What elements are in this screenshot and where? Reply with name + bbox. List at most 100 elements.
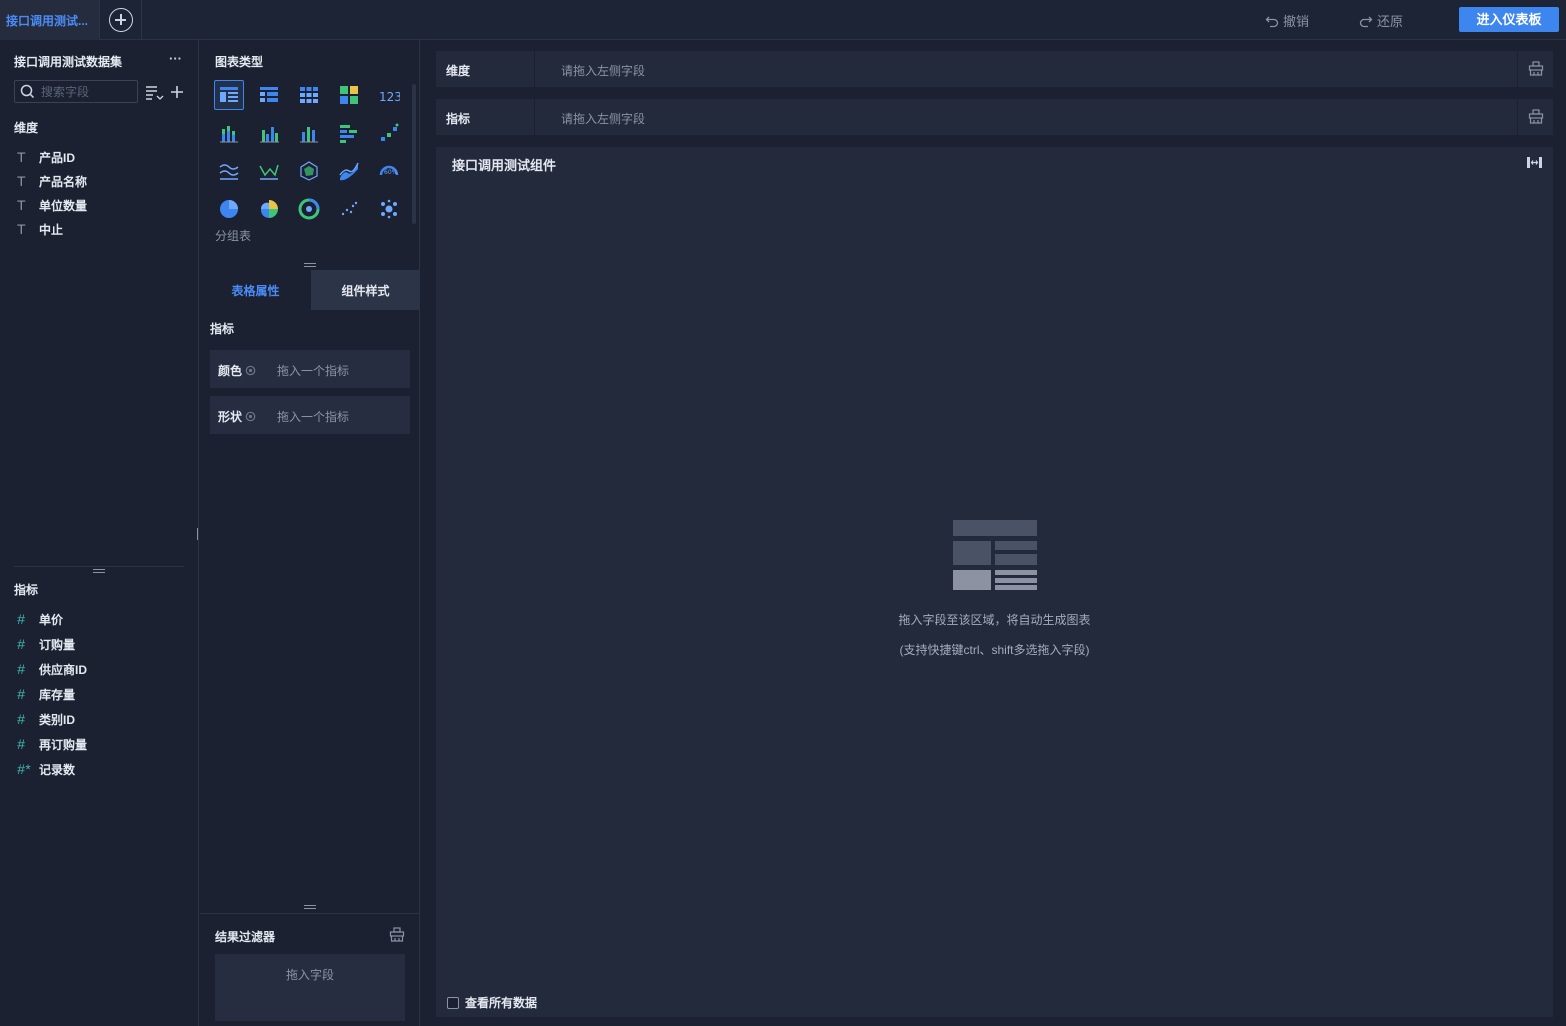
resize-handle[interactable]: [304, 263, 316, 267]
scatter-step-icon[interactable]: [374, 118, 404, 148]
table-icon[interactable]: [214, 80, 244, 110]
chart-type-heading: 图表类型: [215, 55, 264, 69]
dimension-item-4[interactable]: T 中止: [17, 219, 63, 239]
bubble-icon[interactable]: [374, 194, 404, 224]
shelf-divider: [1517, 99, 1518, 135]
dimension-item-1[interactable]: T 产品ID: [17, 147, 75, 167]
canvas-hint: 拖入字段至该区域，将自动生成图表: [898, 613, 1091, 627]
number-type-icon: #: [17, 636, 25, 652]
horizontal-bar-icon[interactable]: [334, 118, 364, 148]
stacked-bar-icon[interactable]: [214, 118, 244, 148]
shape-drop-zone[interactable]: 形状 拖入一个指标: [210, 396, 410, 434]
text-type-icon: T: [17, 173, 26, 189]
shelf-divider: [1517, 51, 1518, 87]
checkbox-icon[interactable]: [447, 996, 459, 1009]
view-all-data-checkbox[interactable]: 查看所有数据: [447, 994, 537, 1011]
property-tabs: 表格属性 组件样式: [200, 270, 420, 310]
dataset-title: 接口调用测试数据集: [14, 55, 123, 69]
field-label: 单价: [39, 612, 64, 627]
top-bar: [0, 0, 1566, 40]
metric-item-5[interactable]: # 类别ID: [17, 709, 75, 729]
gauge-icon[interactable]: 60%: [374, 156, 404, 186]
dimension-shelf[interactable]: 维度 请拖入左侧字段: [436, 51, 1553, 87]
number-type-icon: #: [17, 711, 25, 727]
dimension-shelf-placeholder: 请拖入左侧字段: [561, 64, 646, 78]
metric-shelf[interactable]: 指标 请拖入左侧字段: [436, 99, 1553, 135]
cross-table-icon[interactable]: [254, 80, 284, 110]
line-icon[interactable]: [254, 156, 284, 186]
fit-width-icon[interactable]: [1526, 156, 1543, 169]
search-icon: [20, 84, 35, 99]
result-filter-title: 结果过滤器: [215, 930, 276, 944]
tab-divider: [141, 0, 142, 40]
rose-icon[interactable]: [254, 194, 284, 224]
field-label: 供应商ID: [39, 662, 88, 677]
text-type-icon: T: [17, 221, 26, 237]
component-title: 接口调用测试组件: [452, 158, 557, 173]
resize-handle[interactable]: [304, 905, 316, 909]
kpi-number-icon[interactable]: 123: [374, 80, 404, 110]
metric-item-3[interactable]: # 供应商ID: [17, 659, 87, 679]
search-input[interactable]: [41, 84, 133, 100]
search-field[interactable]: [14, 80, 138, 103]
view-all-label: 查看所有数据: [465, 996, 538, 1010]
number-type-icon: #: [17, 736, 25, 752]
sort-fields-icon[interactable]: [145, 84, 165, 102]
undo-label: 撤销: [1283, 14, 1310, 29]
donut-icon[interactable]: [294, 194, 324, 224]
clear-filter-icon[interactable]: [389, 927, 405, 942]
area-icon[interactable]: [334, 156, 364, 186]
undo-button[interactable]: 撤销: [1265, 11, 1309, 30]
heatmap-table-icon[interactable]: [334, 80, 364, 110]
enter-dashboard-button[interactable]: 进入仪表板: [1459, 7, 1559, 32]
shape-drop-placeholder: 拖入一个指标: [277, 410, 350, 424]
filter-drop-zone[interactable]: 拖入字段: [215, 954, 405, 1021]
shelf-divider: [534, 99, 535, 135]
tab-table-properties[interactable]: 表格属性: [200, 270, 311, 310]
metric-item-1[interactable]: # 单价: [17, 609, 63, 629]
dimension-item-2[interactable]: T 产品名称: [17, 171, 87, 191]
dimension-item-3[interactable]: T 单位数量: [17, 195, 87, 215]
settings-icon[interactable]: [245, 365, 256, 376]
field-label: 记录数: [39, 762, 76, 777]
text-type-icon: T: [17, 149, 26, 165]
dot-scatter-icon[interactable]: [334, 194, 364, 224]
clear-dimension-icon[interactable]: [1528, 61, 1544, 76]
svg-text:123: 123: [379, 90, 400, 104]
add-field-icon[interactable]: [170, 85, 184, 99]
svg-text:60%: 60%: [384, 169, 398, 176]
calc-number-type-icon: #*: [17, 761, 31, 777]
settings-icon[interactable]: [245, 411, 256, 422]
metric-item-6[interactable]: # 再订购量: [17, 734, 87, 754]
pie-icon[interactable]: [214, 194, 244, 224]
clear-metric-icon[interactable]: [1528, 109, 1544, 124]
chart-type-grid: 123 60%: [214, 80, 404, 220]
column-icon[interactable]: [294, 118, 324, 148]
detail-table-icon[interactable]: [294, 80, 324, 110]
metric-shelf-label: 指标: [446, 112, 471, 126]
metric-item-2[interactable]: # 订购量: [17, 634, 75, 654]
color-drop-zone[interactable]: 颜色 拖入一个指标: [210, 350, 410, 388]
grouped-bar-icon[interactable]: [254, 118, 284, 148]
tab-component[interactable]: 接口调用测试...: [0, 0, 100, 40]
multi-line-icon[interactable]: [214, 156, 244, 186]
selected-chart-label: 分组表: [215, 229, 252, 243]
radar-icon[interactable]: [294, 156, 324, 186]
number-type-icon: #: [17, 661, 25, 677]
more-icon[interactable]: ···: [169, 51, 182, 66]
redo-label: 还原: [1377, 14, 1404, 29]
metric-item-7[interactable]: #* 记录数: [17, 759, 75, 779]
field-label: 中止: [39, 222, 64, 237]
tab-label: 接口调用测试...: [6, 14, 89, 28]
tab-component-style[interactable]: 组件样式: [311, 270, 420, 310]
add-tab-icon[interactable]: [109, 8, 133, 32]
resize-handle[interactable]: [93, 569, 105, 573]
table-placeholder-icon: [953, 520, 1037, 590]
metric-heading: 指标: [14, 583, 39, 597]
text-type-icon: T: [17, 197, 26, 213]
component-canvas[interactable]: 接口调用测试组件 拖入字段至该区域，将自动生成图表 (支持快捷键ctrl、shi…: [436, 147, 1553, 1017]
metric-item-4[interactable]: # 库存量: [17, 684, 75, 704]
redo-button[interactable]: 还原: [1359, 11, 1403, 30]
chart-type-scrollbar[interactable]: [412, 84, 416, 224]
redo-icon: [1359, 16, 1373, 27]
